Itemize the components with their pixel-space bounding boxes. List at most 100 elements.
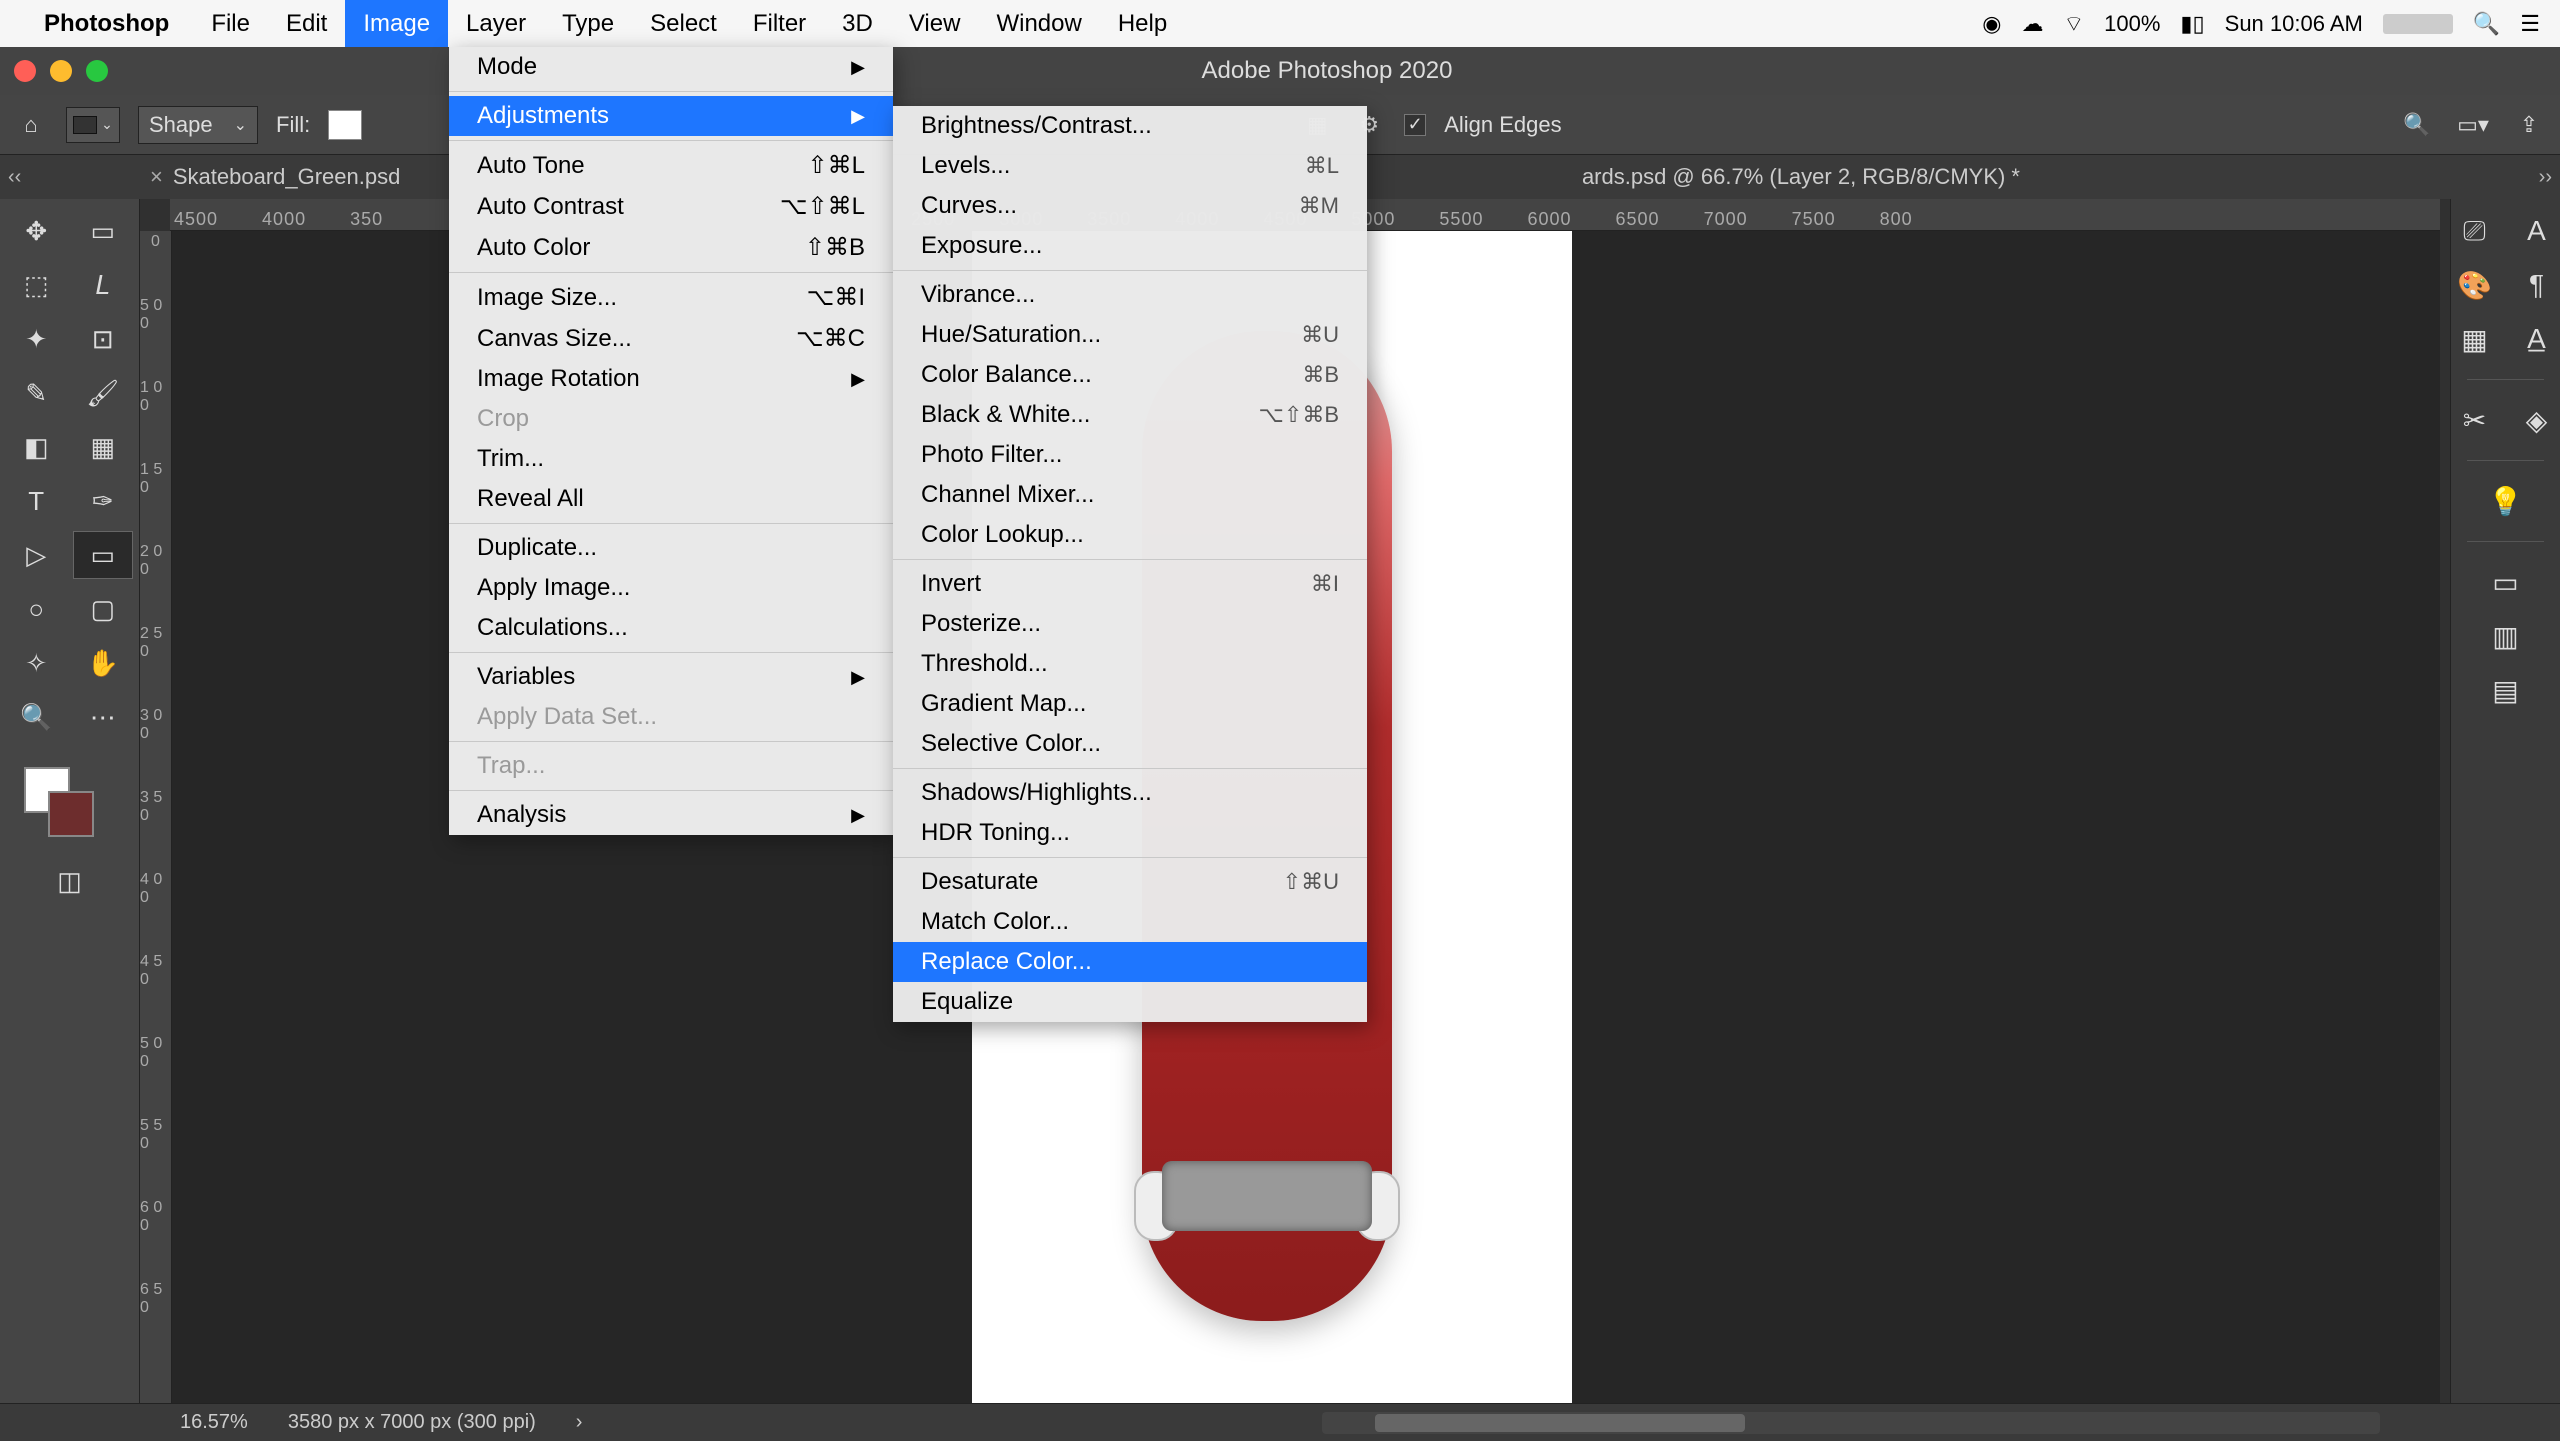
- properties-icon[interactable]: ⎚: [2453, 209, 2497, 253]
- ruler-vertical[interactable]: 05 0 01 0 01 5 02 0 02 5 03 0 03 5 04 0 …: [140, 231, 172, 1403]
- wifi-icon[interactable]: ⌔: [2063, 10, 2084, 38]
- menu-item-auto-tone[interactable]: Auto Tone⇧⌘L: [449, 145, 893, 186]
- minimize-window-button[interactable]: [50, 60, 72, 82]
- submenu-item-desaturate[interactable]: Desaturate⇧⌘U: [893, 862, 1367, 902]
- mac-menu-select[interactable]: Select: [632, 0, 735, 47]
- menu-item-calculations[interactable]: Calculations...: [449, 608, 893, 648]
- tool-zoom[interactable]: 🔍: [6, 693, 67, 741]
- mac-menu-view[interactable]: View: [891, 0, 979, 47]
- menu-item-mode[interactable]: Mode▶: [449, 47, 893, 87]
- spotlight-icon[interactable]: 🔍: [2473, 11, 2500, 37]
- tool-marquee[interactable]: ⬚: [6, 261, 67, 309]
- submenu-item-hue-saturation[interactable]: Hue/Saturation...⌘U: [893, 315, 1367, 355]
- submenu-item-match-color[interactable]: Match Color...: [893, 902, 1367, 942]
- submenu-item-posterize[interactable]: Posterize...: [893, 604, 1367, 644]
- libraries-icon[interactable]: ▭: [2484, 560, 2528, 604]
- menu-item-reveal-all[interactable]: Reveal All: [449, 479, 893, 519]
- submenu-item-photo-filter[interactable]: Photo Filter...: [893, 435, 1367, 475]
- tool-crop[interactable]: ⊡: [73, 315, 134, 363]
- tab-scroll-right[interactable]: ››: [2539, 166, 2552, 189]
- fill-color-swatch[interactable]: [328, 110, 362, 140]
- layers-icon[interactable]: ◈: [2515, 398, 2559, 442]
- app-name[interactable]: Photoshop: [44, 10, 169, 38]
- submenu-item-channel-mixer[interactable]: Channel Mixer...: [893, 475, 1367, 515]
- history-icon[interactable]: ▤: [2484, 668, 2528, 712]
- submenu-item-color-lookup[interactable]: Color Lookup...: [893, 515, 1367, 555]
- tool-type[interactable]: T: [6, 477, 67, 525]
- menu-item-duplicate[interactable]: Duplicate...: [449, 528, 893, 568]
- submenu-item-color-balance[interactable]: Color Balance...⌘B: [893, 355, 1367, 395]
- mac-menu-window[interactable]: Window: [978, 0, 1099, 47]
- clock[interactable]: Sun 10:06 AM: [2225, 11, 2363, 37]
- paragraph-icon[interactable]: ¶: [2515, 263, 2559, 307]
- tool-hand[interactable]: ✋: [73, 639, 134, 687]
- swatches-icon[interactable]: ▦: [2453, 317, 2497, 361]
- home-button[interactable]: ⌂: [14, 108, 48, 142]
- submenu-item-replace-color[interactable]: Replace Color...: [893, 942, 1367, 982]
- tool-quick-select[interactable]: ✦: [6, 315, 67, 363]
- align-edges-checkbox[interactable]: ✓: [1404, 114, 1426, 136]
- adjustments-icon[interactable]: ✂: [2453, 398, 2497, 442]
- mac-menu-file[interactable]: File: [193, 0, 268, 47]
- mac-menu-filter[interactable]: Filter: [735, 0, 824, 47]
- background-color[interactable]: [48, 791, 94, 837]
- submenu-item-invert[interactable]: Invert⌘I: [893, 564, 1367, 604]
- mac-menu-edit[interactable]: Edit: [268, 0, 345, 47]
- record-icon[interactable]: ◉: [1982, 11, 2001, 37]
- tool-lasso[interactable]: 𝘓: [73, 261, 134, 309]
- tool-move[interactable]: ✥: [6, 207, 67, 255]
- tool-rectangle[interactable]: ▭: [73, 531, 134, 579]
- shape-mode-select[interactable]: Shape ⌄: [138, 106, 258, 144]
- control-center-icon[interactable]: ☰: [2520, 11, 2540, 37]
- maximize-window-button[interactable]: [86, 60, 108, 82]
- glyphs-icon[interactable]: A̲: [2515, 317, 2559, 361]
- submenu-item-hdr-toning[interactable]: HDR Toning...: [893, 813, 1367, 853]
- submenu-item-black-white[interactable]: Black & White...⌥⇧⌘B: [893, 395, 1367, 435]
- menu-item-variables[interactable]: Variables▶: [449, 657, 893, 697]
- menu-item-analysis[interactable]: Analysis▶: [449, 795, 893, 835]
- submenu-item-equalize[interactable]: Equalize: [893, 982, 1367, 1022]
- tool-pen[interactable]: ✑: [73, 477, 134, 525]
- search-icon[interactable]: 🔍: [2400, 108, 2434, 142]
- submenu-item-vibrance[interactable]: Vibrance...: [893, 275, 1367, 315]
- doc-info-arrow[interactable]: ›: [576, 1411, 583, 1434]
- tool-ellipse[interactable]: ○: [6, 585, 67, 633]
- cloud-icon[interactable]: ☁: [2021, 11, 2043, 37]
- menu-item-image-rotation[interactable]: Image Rotation▶: [449, 359, 893, 399]
- mac-menu-image[interactable]: Image: [345, 0, 448, 47]
- horizontal-scrollbar[interactable]: [1322, 1412, 2380, 1434]
- color-swatches[interactable]: [24, 767, 94, 837]
- tool-custom-shape[interactable]: ✧: [6, 639, 67, 687]
- share-icon[interactable]: ⇪: [2512, 108, 2546, 142]
- menu-item-apply-image[interactable]: Apply Image...: [449, 568, 893, 608]
- color-icon[interactable]: 🎨: [2453, 263, 2497, 307]
- workspace-icon[interactable]: ▭▾: [2456, 108, 2490, 142]
- tool-path-select[interactable]: ▷: [6, 531, 67, 579]
- menu-item-adjustments[interactable]: Adjustments▶: [449, 96, 893, 136]
- pattern-icon[interactable]: ▥: [2484, 614, 2528, 658]
- submenu-item-gradient-map[interactable]: Gradient Map...: [893, 684, 1367, 724]
- learn-icon[interactable]: 💡: [2484, 479, 2528, 523]
- tool-gradient[interactable]: ▦: [73, 423, 134, 471]
- tool-preset-picker[interactable]: ⌄: [66, 107, 120, 143]
- mac-menu-type[interactable]: Type: [544, 0, 632, 47]
- tool-eyedropper[interactable]: ✎: [6, 369, 67, 417]
- scrollbar-thumb[interactable]: [1375, 1414, 1745, 1432]
- mac-menu-help[interactable]: Help: [1100, 0, 1185, 47]
- submenu-item-levels[interactable]: Levels...⌘L: [893, 146, 1367, 186]
- submenu-item-brightness-contrast[interactable]: Brightness/Contrast...: [893, 106, 1367, 146]
- mac-menu-layer[interactable]: Layer: [448, 0, 544, 47]
- menu-item-auto-color[interactable]: Auto Color⇧⌘B: [449, 227, 893, 268]
- mac-menu-3d[interactable]: 3D: [824, 0, 891, 47]
- tool-rounded-rect[interactable]: ▢: [73, 585, 134, 633]
- quick-mask-icon[interactable]: ◫: [6, 857, 133, 905]
- submenu-item-exposure[interactable]: Exposure...: [893, 226, 1367, 266]
- close-window-button[interactable]: [14, 60, 36, 82]
- submenu-item-shadows-highlights[interactable]: Shadows/Highlights...: [893, 773, 1367, 813]
- menu-item-trim[interactable]: Trim...: [449, 439, 893, 479]
- zoom-level[interactable]: 16.57%: [180, 1411, 248, 1434]
- menu-item-image-size[interactable]: Image Size...⌥⌘I: [449, 277, 893, 318]
- tool-brush[interactable]: 🖌: [73, 369, 134, 417]
- menu-item-canvas-size[interactable]: Canvas Size...⌥⌘C: [449, 318, 893, 359]
- tool-eraser[interactable]: ◧: [6, 423, 67, 471]
